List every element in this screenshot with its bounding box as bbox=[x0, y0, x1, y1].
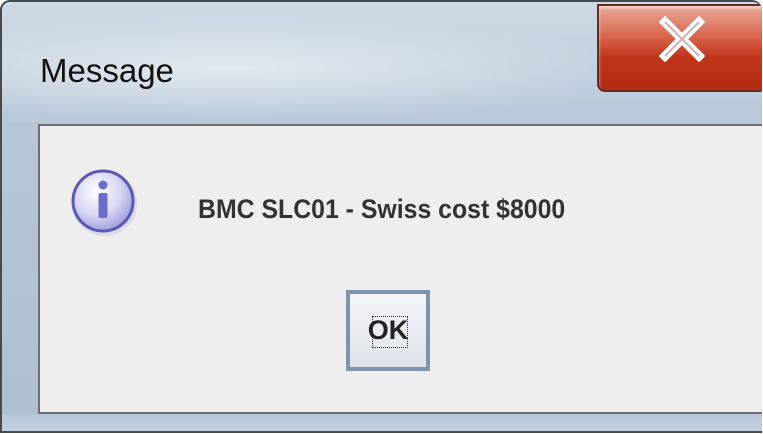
message-text: BMC SLC01 - Swiss cost $8000 bbox=[198, 194, 566, 224]
window-title: Message bbox=[40, 52, 174, 89]
ok-button-label: OK bbox=[367, 315, 409, 345]
window-bottom-border bbox=[2, 414, 762, 431]
message-dialog-window: Message BMC SLC01 - Swiss cost $8000 OK bbox=[0, 0, 762, 433]
close-icon bbox=[659, 16, 705, 62]
ok-button[interactable]: OK bbox=[346, 290, 430, 371]
close-button[interactable] bbox=[597, 4, 762, 92]
titlebar[interactable]: Message bbox=[2, 2, 762, 122]
dialog-content: BMC SLC01 - Swiss cost $8000 OK bbox=[38, 124, 762, 414]
info-icon bbox=[71, 169, 137, 236]
